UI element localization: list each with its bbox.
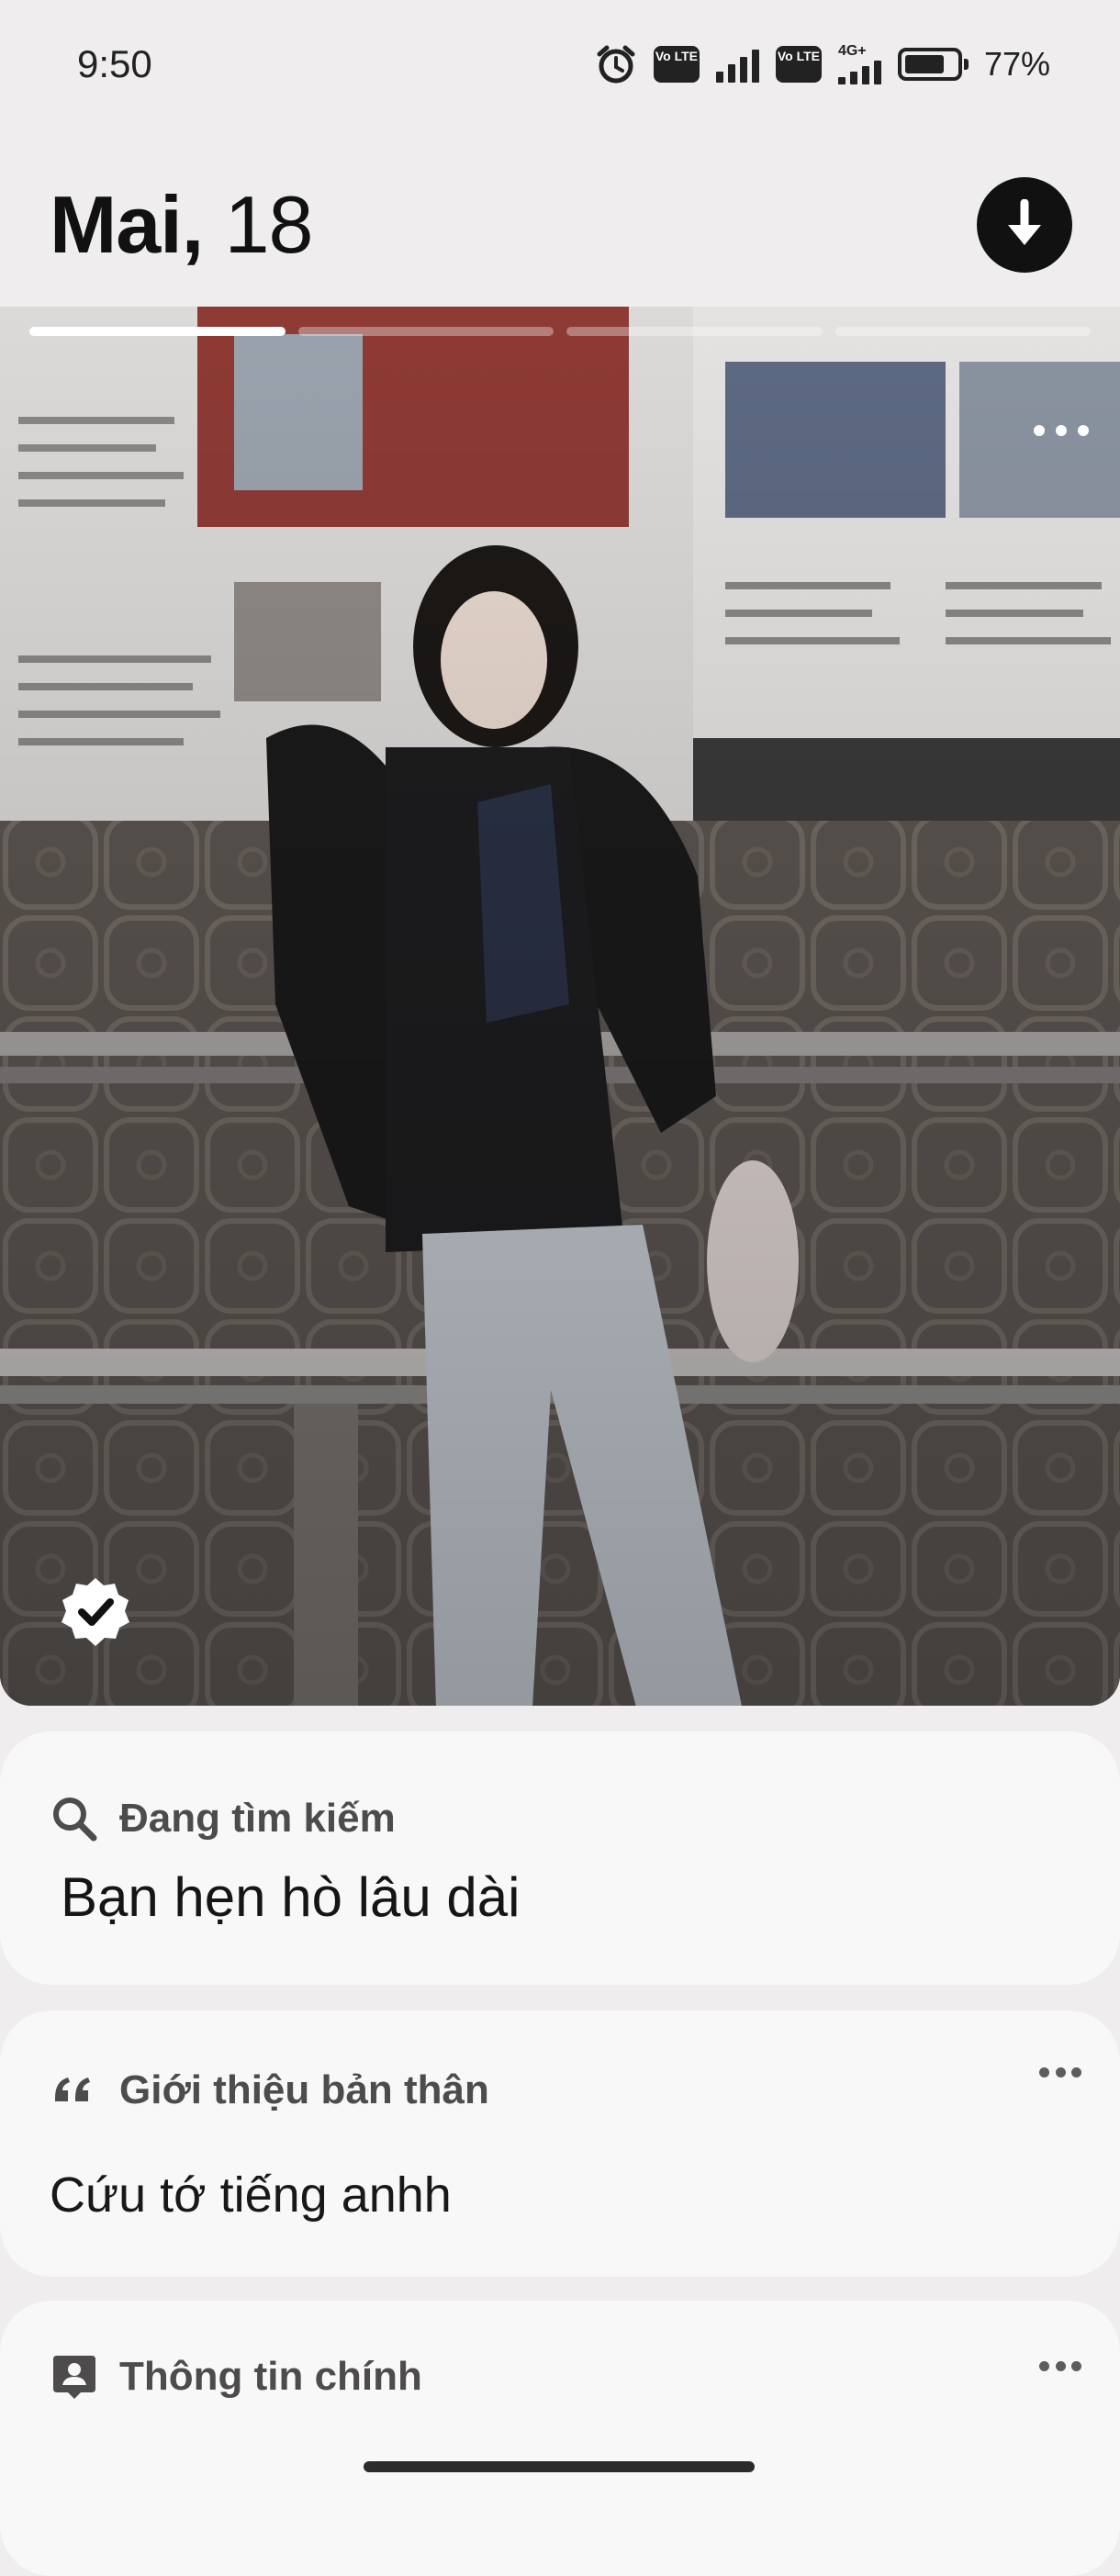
battery-percent: 77% — [983, 45, 1050, 83]
looking-for-label: Đang tìm kiếm — [119, 1796, 396, 1841]
alarm-icon — [597, 45, 635, 84]
dot — [1071, 2066, 1081, 2078]
dot — [1039, 2066, 1049, 2078]
about-me-more-button[interactable] — [1039, 2066, 1081, 2078]
photo-progress-segment — [834, 327, 1091, 336]
looking-for-value: Bạn hẹn hò lâu dài — [61, 1866, 521, 1928]
profile-name-age: Mai, 18 — [50, 178, 313, 272]
collapse-profile-button[interactable] — [977, 177, 1072, 273]
about-me-header: Giới thiệu bản thân — [50, 2067, 489, 2113]
looking-for-header: Đang tìm kiếm — [50, 1794, 396, 1843]
profile-header: Mai, 18 — [0, 156, 1120, 294]
dot — [1055, 2066, 1066, 2078]
photo-scene — [0, 307, 1120, 1706]
photo-progress — [29, 327, 1091, 340]
dot — [1039, 2360, 1049, 2371]
dot — [1055, 2360, 1066, 2371]
looking-for-card[interactable]: Đang tìm kiếm Bạn hẹn hò lâu dài — [0, 1731, 1120, 1985]
dot — [1056, 425, 1067, 436]
contact-card-icon — [53, 2356, 95, 2399]
photo-progress-segment — [29, 327, 286, 336]
network-type: 4G+ — [837, 43, 867, 59]
home-indicator[interactable] — [364, 2461, 755, 2472]
quote-icon — [55, 2078, 90, 2101]
photo-more-options-button[interactable] — [1034, 417, 1089, 444]
photo-progress-segment — [566, 327, 823, 336]
status-icons: Vo LTE Vo LTE 4G+ 77% — [595, 43, 1050, 85]
photo-progress-segment — [297, 327, 554, 336]
main-info-label: Thông tin chính — [119, 2354, 422, 2399]
main-info-more-button[interactable] — [1039, 2359, 1081, 2372]
battery-icon — [897, 48, 969, 81]
dot — [1034, 425, 1045, 436]
dot — [1071, 2360, 1081, 2371]
status-bar: 9:50 Vo LTE Vo LTE 4G+ 77% — [0, 0, 1120, 129]
status-time: 9:50 — [77, 42, 152, 85]
profile-age: 18 — [224, 179, 314, 270]
verified-badge-icon[interactable] — [59, 1575, 132, 1649]
signal-icon-2 — [837, 59, 881, 84]
about-me-value: Cứu tớ tiếng anhh — [50, 2167, 452, 2223]
signal-4g-group: 4G+ — [837, 43, 881, 84]
main-info-card[interactable]: Thông tin chính — [0, 2301, 1120, 2576]
about-me-label: Giới thiệu bản thân — [119, 2067, 489, 2112]
volte-badge-2: Vo LTE — [775, 46, 822, 83]
dot — [1078, 425, 1089, 436]
about-me-card[interactable]: Giới thiệu bản thân Cứu tớ tiếng anhh — [0, 2010, 1120, 2277]
search-icon — [53, 1798, 97, 1842]
signal-icon — [715, 46, 759, 83]
main-info-header: Thông tin chính — [50, 2352, 422, 2402]
volte-badge: Vo LTE — [653, 46, 700, 83]
profile-photo[interactable] — [0, 307, 1120, 1706]
arrow-down-icon — [1008, 199, 1041, 245]
profile-name: Mai, — [50, 179, 204, 270]
